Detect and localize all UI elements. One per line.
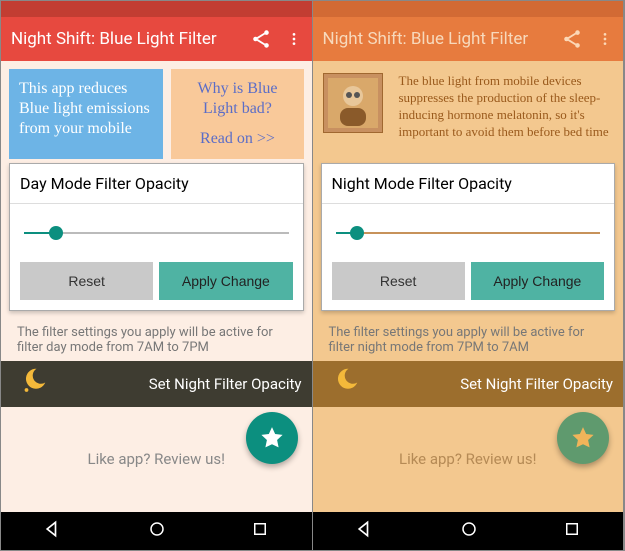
card-title: Day Mode Filter Opacity — [10, 164, 303, 204]
share-icon[interactable] — [561, 28, 583, 50]
phone-left: Night Shift: Blue Light Filter This app … — [1, 1, 313, 550]
share-icon[interactable] — [250, 28, 272, 50]
app-title: Night Shift: Blue Light Filter — [11, 29, 236, 49]
content-area: This app reduces Blue light emissions fr… — [1, 61, 312, 512]
info-text: The blue light from mobile devices suppr… — [391, 73, 614, 141]
author-avatar — [323, 73, 383, 133]
hint-text: The filter settings you apply will be ac… — [321, 317, 616, 361]
opacity-slider[interactable] — [24, 222, 289, 244]
app-title: Night Shift: Blue Light Filter — [323, 29, 548, 49]
moon-icon — [19, 365, 49, 399]
reset-button[interactable]: Reset — [332, 262, 465, 300]
app-bar: Night Shift: Blue Light Filter — [1, 17, 312, 61]
hint-text: The filter settings you apply will be ac… — [9, 317, 304, 361]
nav-back-icon[interactable] — [43, 519, 63, 543]
info-row: This app reduces Blue light emissions fr… — [9, 69, 304, 159]
info-orange-question: Why is Blue Light bad? — [181, 79, 293, 119]
nav-recent-icon[interactable] — [251, 520, 269, 542]
info-orange-read: Read on >> — [181, 129, 293, 149]
nav-back-icon[interactable] — [355, 519, 375, 543]
fab-star[interactable] — [557, 412, 609, 464]
night-strip-label: Set Night Filter Opacity — [149, 375, 302, 393]
info-box-orange[interactable]: Why is Blue Light bad? Read on >> — [171, 69, 303, 159]
info-box-blue: This app reduces Blue light emissions fr… — [9, 69, 163, 159]
opacity-card: Night Mode Filter Opacity Reset Apply Ch… — [321, 163, 616, 311]
status-bar — [313, 1, 624, 17]
apply-button[interactable]: Apply Change — [159, 262, 292, 300]
card-title: Night Mode Filter Opacity — [322, 164, 615, 204]
opacity-slider[interactable] — [336, 222, 601, 244]
fab-star[interactable] — [246, 412, 298, 464]
status-bar — [1, 1, 312, 17]
opacity-card: Day Mode Filter Opacity Reset Apply Chan… — [9, 163, 304, 311]
android-navbar — [1, 512, 312, 550]
night-strip-label: Set Night Filter Opacity — [460, 375, 613, 393]
app-bar: Night Shift: Blue Light Filter — [313, 17, 624, 61]
android-navbar — [313, 512, 624, 550]
more-icon[interactable] — [286, 28, 302, 50]
nav-home-icon[interactable] — [460, 520, 478, 542]
more-icon[interactable] — [597, 28, 613, 50]
apply-button[interactable]: Apply Change — [471, 262, 604, 300]
content-area: The blue light from mobile devices suppr… — [313, 61, 624, 512]
night-strip[interactable]: Set Night Filter Opacity — [313, 361, 624, 407]
night-strip[interactable]: Set Night Filter Opacity — [1, 361, 312, 407]
reset-button[interactable]: Reset — [20, 262, 153, 300]
info-row: The blue light from mobile devices suppr… — [321, 69, 616, 159]
nav-home-icon[interactable] — [148, 520, 166, 542]
phone-right: Night Shift: Blue Light Filter The blue … — [313, 1, 625, 550]
nav-recent-icon[interactable] — [563, 520, 581, 542]
moon-icon — [331, 365, 361, 399]
